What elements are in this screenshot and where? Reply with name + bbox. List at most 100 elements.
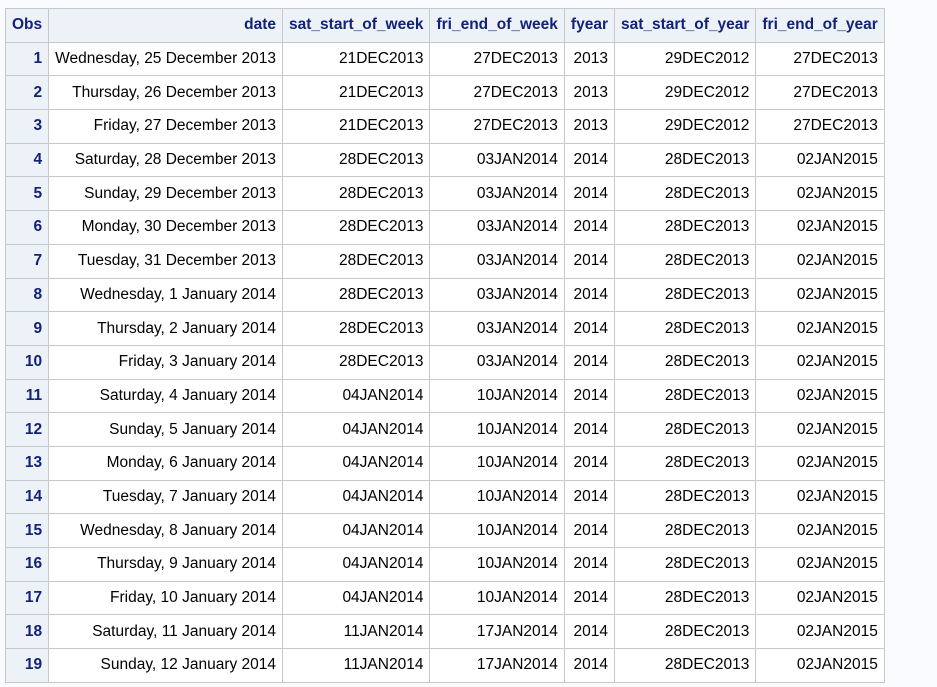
column-header-fri-end-of-week: fri_end_of_week — [429, 8, 565, 43]
table-row: 9 Thursday, 2 January 2014 28DEC2013 03JAN2… — [4, 311, 885, 346]
cell-fri-end-of-year: 02JAN2015 — [755, 311, 885, 346]
cell-sat-start-of-year: 28DEC2013 — [613, 412, 757, 447]
cell-sat-start-of-week: 04JAN2014 — [282, 378, 431, 414]
cell-sat-start-of-week: 04JAN2014 — [282, 479, 431, 515]
cell-sat-start-of-week: 11JAN2014 — [282, 648, 431, 683]
cell-sat-start-of-week: 28DEC2013 — [282, 243, 431, 279]
cell-fri-end-of-week: 03JAN2014 — [429, 277, 565, 313]
cell-fri-end-of-week: 27DEC2013 — [429, 109, 565, 144]
cell-date: Friday, 27 December 2013 — [48, 109, 284, 144]
cell-date: Monday, 6 January 2014 — [48, 445, 284, 481]
results-table: Obs date sat_start_of_week fri_end_of_week f… — [4, 8, 885, 683]
cell-sat-start-of-week: 28DEC2013 — [282, 210, 431, 245]
table-row: 1 Wednesday, 25 December 2013 21DEC2013 27D… — [4, 41, 885, 77]
cell-sat-start-of-year: 29DEC2012 — [613, 41, 757, 77]
cell-fyear: 2014 — [563, 243, 615, 279]
cell-sat-start-of-year: 28DEC2013 — [613, 243, 757, 279]
cell-fri-end-of-week: 10JAN2014 — [429, 479, 565, 515]
obs-cell: 19 — [4, 648, 50, 683]
header-row: Obs date sat_start_of_week fri_end_of_week f… — [4, 8, 885, 43]
cell-sat-start-of-year: 28DEC2013 — [613, 277, 757, 313]
cell-fyear: 2014 — [563, 210, 615, 245]
cell-fri-end-of-week: 03JAN2014 — [429, 176, 565, 212]
cell-fri-end-of-year: 02JAN2015 — [755, 648, 885, 683]
cell-fri-end-of-week: 03JAN2014 — [429, 210, 565, 245]
column-header-sat-start-of-year: sat_start_of_year — [613, 8, 757, 43]
cell-sat-start-of-week: 21DEC2013 — [282, 41, 431, 77]
cell-date: Sunday, 5 January 2014 — [48, 412, 284, 447]
cell-fri-end-of-year: 02JAN2015 — [755, 445, 885, 481]
table-row: 8 Wednesday, 1 January 2014 28DEC2013 03JAN… — [4, 277, 885, 313]
cell-date: Sunday, 29 December 2013 — [48, 176, 284, 212]
cell-sat-start-of-year: 28DEC2013 — [613, 176, 757, 212]
cell-fri-end-of-week: 17JAN2014 — [429, 648, 565, 683]
cell-sat-start-of-week: 28DEC2013 — [282, 344, 431, 380]
table-row: 5 Sunday, 29 December 2013 28DEC2013 03JAN2… — [4, 176, 885, 212]
cell-fri-end-of-year: 27DEC2013 — [755, 109, 885, 144]
cell-sat-start-of-year: 28DEC2013 — [613, 311, 757, 346]
cell-fri-end-of-week: 10JAN2014 — [429, 547, 565, 582]
cell-fri-end-of-week: 17JAN2014 — [429, 614, 565, 650]
cell-fyear: 2014 — [563, 614, 615, 650]
cell-fyear: 2014 — [563, 580, 615, 616]
cell-fri-end-of-week: 10JAN2014 — [429, 513, 565, 548]
table-row: 12 Sunday, 5 January 2014 04JAN2014 10JAN20… — [4, 412, 885, 447]
cell-date: Wednesday, 25 December 2013 — [48, 41, 284, 77]
cell-fri-end-of-week: 27DEC2013 — [429, 75, 565, 111]
cell-fyear: 2014 — [563, 277, 615, 313]
column-header-date: date — [48, 8, 284, 43]
cell-fri-end-of-year: 02JAN2015 — [755, 277, 885, 313]
obs-cell: 3 — [4, 109, 50, 144]
cell-fri-end-of-year: 02JAN2015 — [755, 479, 885, 515]
obs-cell: 4 — [4, 142, 50, 178]
cell-date: Sunday, 12 January 2014 — [48, 648, 284, 683]
cell-fri-end-of-year: 02JAN2015 — [755, 580, 885, 616]
cell-sat-start-of-year: 28DEC2013 — [613, 513, 757, 548]
cell-sat-start-of-week: 11JAN2014 — [282, 614, 431, 650]
obs-cell: 17 — [4, 580, 50, 616]
table-row: 4 Saturday, 28 December 2013 28DEC2013 03JA… — [4, 142, 885, 178]
obs-cell: 7 — [4, 243, 50, 279]
cell-date: Wednesday, 1 January 2014 — [48, 277, 284, 313]
column-header-fyear: fyear — [563, 8, 615, 43]
cell-fri-end-of-year: 27DEC2013 — [755, 41, 885, 77]
cell-date: Friday, 10 January 2014 — [48, 580, 284, 616]
cell-sat-start-of-year: 28DEC2013 — [613, 614, 757, 650]
table-row: 10 Friday, 3 January 2014 28DEC2013 03JAN20… — [4, 344, 885, 380]
obs-cell: 6 — [4, 210, 50, 245]
obs-cell: 11 — [4, 378, 50, 414]
cell-fyear: 2014 — [563, 176, 615, 212]
cell-fri-end-of-year: 02JAN2015 — [755, 176, 885, 212]
table-row: 6 Monday, 30 December 2013 28DEC2013 03JAN2… — [4, 210, 885, 245]
cell-sat-start-of-week: 04JAN2014 — [282, 580, 431, 616]
cell-fri-end-of-year: 02JAN2015 — [755, 243, 885, 279]
cell-fyear: 2014 — [563, 311, 615, 346]
obs-cell: 16 — [4, 547, 50, 582]
cell-fyear: 2014 — [563, 412, 615, 447]
obs-cell: 10 — [4, 344, 50, 380]
cell-sat-start-of-year: 28DEC2013 — [613, 547, 757, 582]
cell-fri-end-of-week: 10JAN2014 — [429, 580, 565, 616]
cell-sat-start-of-week: 04JAN2014 — [282, 412, 431, 447]
obs-cell: 12 — [4, 412, 50, 447]
cell-fri-end-of-year: 02JAN2015 — [755, 344, 885, 380]
table-row: 2 Thursday, 26 December 2013 21DEC2013 27DE… — [4, 75, 885, 111]
cell-fri-end-of-week: 10JAN2014 — [429, 445, 565, 481]
cell-fyear: 2013 — [563, 41, 615, 77]
cell-sat-start-of-year: 28DEC2013 — [613, 445, 757, 481]
cell-fri-end-of-year: 02JAN2015 — [755, 513, 885, 548]
cell-sat-start-of-week: 04JAN2014 — [282, 547, 431, 582]
cell-fri-end-of-week: 03JAN2014 — [429, 243, 565, 279]
cell-sat-start-of-year: 28DEC2013 — [613, 580, 757, 616]
cell-fri-end-of-week: 03JAN2014 — [429, 142, 565, 178]
cell-fyear: 2013 — [563, 109, 615, 144]
cell-fri-end-of-year: 02JAN2015 — [755, 547, 885, 582]
cell-date: Tuesday, 31 December 2013 — [48, 243, 284, 279]
column-header-fri-end-of-year: fri_end_of_year — [755, 8, 885, 43]
table-row: 19 Sunday, 12 January 2014 11JAN2014 17JAN2… — [4, 648, 885, 683]
table-row: 16 Thursday, 9 January 2014 04JAN2014 10JAN… — [4, 547, 885, 582]
obs-cell: 9 — [4, 311, 50, 346]
cell-sat-start-of-year: 28DEC2013 — [613, 479, 757, 515]
cell-fri-end-of-week: 03JAN2014 — [429, 344, 565, 380]
cell-sat-start-of-year: 29DEC2012 — [613, 109, 757, 144]
